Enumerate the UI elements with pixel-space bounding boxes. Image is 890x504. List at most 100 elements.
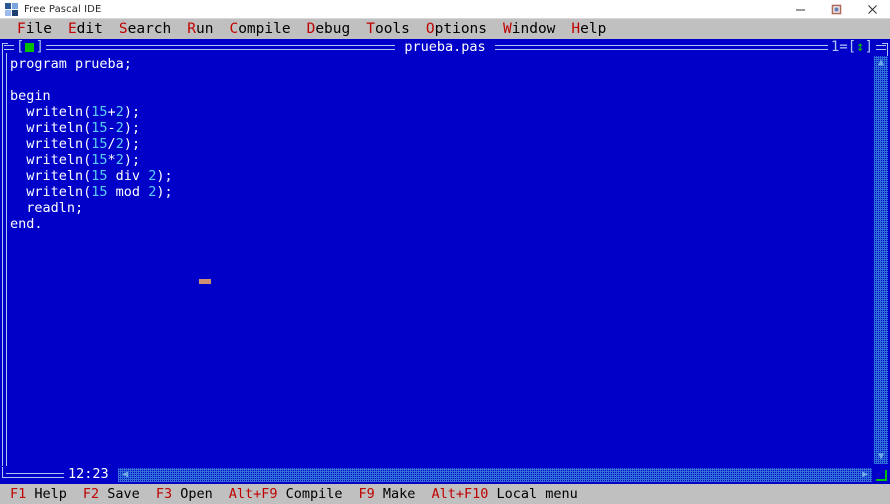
status-key-compile[interactable]: Alt+F9 Compile [229, 484, 343, 504]
vertical-scrollbar[interactable]: ▲ ▼ [874, 56, 888, 464]
vertical-scroll-track[interactable] [874, 70, 888, 450]
code-number: 2 [115, 152, 124, 168]
status-key-make[interactable]: F9 Make [359, 484, 416, 504]
status-key-name: F9 [358, 486, 375, 502]
code-token: / [107, 136, 116, 152]
menu-item-options[interactable]: Options [418, 19, 495, 39]
code-number: 15 [91, 120, 108, 136]
menu-item-help[interactable]: Help [563, 19, 614, 39]
menu-hotkey: T [366, 21, 375, 37]
code-number: 2 [115, 120, 124, 136]
code-line: readln; [10, 200, 870, 216]
code-token: writeln( [10, 120, 92, 136]
resize-grip[interactable] [874, 468, 888, 482]
code-line: program prueba; [10, 56, 870, 72]
menu-item-compile[interactable]: Compile [221, 19, 298, 39]
menu-hotkey: F [17, 21, 26, 37]
code-token: ); [123, 120, 141, 136]
scroll-down-icon[interactable]: ▼ [874, 450, 888, 464]
code-token: writeln( [10, 184, 92, 200]
editor-zoom-box[interactable]: 1=[↕] [827, 39, 876, 56]
cursor-position-indicator: 12:23 [64, 466, 113, 482]
code-token: - [107, 120, 116, 136]
code-number: 15 [91, 152, 108, 168]
menu-item-run[interactable]: Run [179, 19, 221, 39]
code-text-area[interactable]: program prueba; begin writeln(15+2); wri… [10, 56, 870, 464]
menu-hotkey: E [67, 21, 77, 37]
horizontal-scrollbar[interactable]: ◀ ▶ [118, 468, 872, 482]
code-token: * [107, 152, 116, 168]
status-key-local-menu[interactable]: Alt+F10 Local menu [431, 484, 577, 504]
code-line: writeln(15-2); [10, 120, 870, 136]
status-key-help[interactable]: F1 Help [10, 484, 67, 504]
status-key-save[interactable]: F2 Save [83, 484, 140, 504]
code-token: begin [10, 88, 51, 104]
code-token: writeln( [10, 168, 92, 184]
menu-item-search[interactable]: Search [111, 19, 179, 39]
frame-bottom-line [6, 473, 64, 478]
zoom-box-bracket-left: =[ [839, 39, 857, 55]
code-number: 15 [91, 104, 108, 120]
text-cursor [199, 279, 211, 284]
menu-hotkey: W [503, 21, 512, 37]
menu-item-debug[interactable]: Debug [299, 19, 359, 39]
code-token: writeln( [10, 104, 92, 120]
status-key-label: Compile [277, 486, 343, 502]
window-title: Free Pascal IDE [24, 3, 102, 15]
code-token: end. [10, 216, 43, 232]
editor-window-number: 1 [830, 39, 840, 55]
status-bar: F1 Help F2 Save F3 Open Alt+F9 Compile F9 Ma… [0, 484, 890, 504]
editor-bottom-frame: 12:23 [2, 466, 122, 482]
code-number: 2 [115, 104, 124, 120]
menu-bar: File Edit Search Run Compile Debug Tools Option… [0, 19, 890, 39]
editor-title: prueba.pas [0, 39, 890, 56]
code-number: 15 [91, 184, 108, 200]
app-icon [5, 2, 18, 16]
horizontal-scroll-track[interactable] [132, 468, 858, 482]
menu-item-file[interactable]: File [9, 19, 60, 39]
code-number: 2 [115, 136, 124, 152]
maximize-icon[interactable] [818, 0, 854, 19]
menu-hotkey: S [118, 21, 128, 37]
menu-label: elp [580, 21, 607, 37]
close-icon[interactable] [854, 0, 890, 19]
menu-hotkey: C [229, 21, 239, 37]
code-token: writeln( [10, 152, 92, 168]
code-token: ); [123, 136, 141, 152]
scroll-up-icon[interactable]: ▲ [874, 56, 888, 70]
status-key-label: Help [26, 486, 67, 502]
status-key-open[interactable]: F3 Open [156, 484, 213, 504]
editor-title-frame: [] prueba.pas 1=[↕] [0, 39, 890, 56]
window-titlebar[interactable]: Free Pascal IDE [0, 0, 890, 19]
free-pascal-ide-window: Free Pascal IDE File Edit Search Run Compile… [0, 0, 890, 504]
code-token: writeln( [10, 136, 92, 152]
zoom-box-bracket-right: ] [864, 39, 873, 55]
code-number: 15 [91, 168, 108, 184]
minimize-icon[interactable] [782, 0, 818, 19]
code-line: begin [10, 88, 870, 104]
scroll-right-icon[interactable]: ▶ [858, 468, 872, 482]
code-line: end. [10, 216, 870, 232]
status-key-name: F3 [155, 486, 173, 502]
menu-label: ile [25, 21, 52, 37]
code-line: writeln(15 mod 2); [10, 184, 870, 200]
code-token: + [107, 104, 116, 120]
status-key-label: Make [374, 486, 416, 502]
menu-item-edit[interactable]: Edit [60, 19, 111, 39]
menu-item-tools[interactable]: Tools [358, 19, 418, 39]
menu-hotkey: H [571, 21, 581, 37]
menu-label: ptions [434, 21, 488, 37]
menu-hotkey: O [425, 21, 435, 37]
code-line: writeln(15 div 2); [10, 168, 870, 184]
resize-arrow-icon: ↕ [856, 39, 865, 55]
status-key-label: Local menu [488, 486, 578, 502]
menu-label: ools [374, 21, 410, 37]
code-token: ); [123, 104, 141, 120]
code-token: ); [156, 184, 173, 200]
menu-label: dit [76, 21, 103, 37]
menu-label: ompile [238, 21, 291, 37]
menu-item-window[interactable]: Window [495, 19, 563, 39]
status-key-label: Open [172, 486, 213, 502]
code-token: div [107, 168, 149, 184]
